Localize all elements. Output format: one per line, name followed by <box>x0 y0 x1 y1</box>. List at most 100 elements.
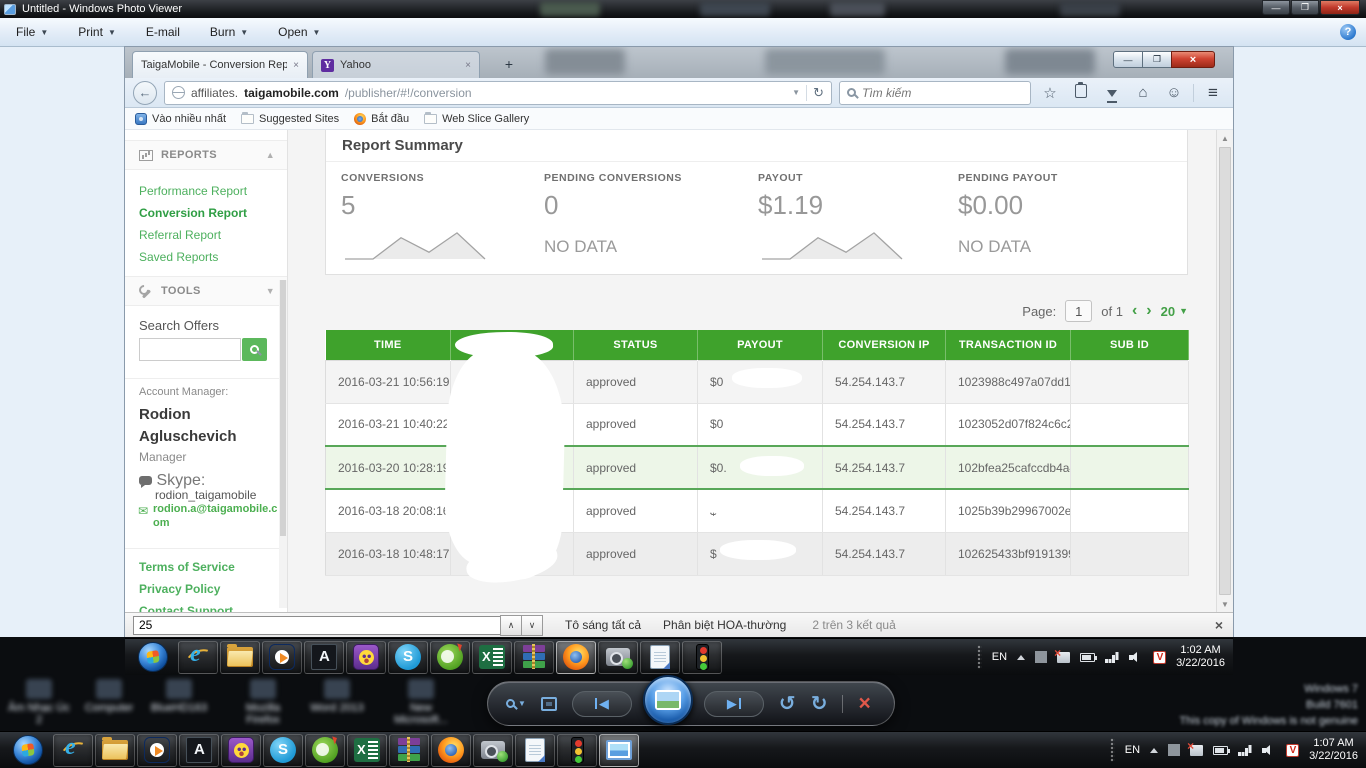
bookmark-most-visited[interactable]: Vào nhiều nhất <box>135 112 226 125</box>
bookmark-web-slice-gallery[interactable]: Web Slice Gallery <box>424 111 529 125</box>
highlight-all-button[interactable]: Tô sáng tất cả <box>565 618 641 632</box>
menu-hamburger-icon[interactable]: ≡ <box>1201 83 1225 103</box>
desktop-icon[interactable]: Word 2013 <box>304 679 370 714</box>
rotate-counterclockwise-button[interactable]: ↺ <box>779 694 796 714</box>
collapse-icon[interactable]: ▲ <box>266 150 275 160</box>
delete-button[interactable]: × <box>858 693 870 714</box>
wmp-button[interactable] <box>137 733 177 767</box>
notepad-button[interactable] <box>640 640 680 674</box>
sidebar-section-tools[interactable]: TOOLS ▼ <box>125 276 287 306</box>
camera-button[interactable] <box>473 733 513 767</box>
skype-button[interactable] <box>388 640 428 674</box>
terms-of-service-link[interactable]: Terms of Service <box>139 560 235 574</box>
find-input[interactable] <box>133 615 501 635</box>
scroll-up-icon[interactable]: ▲ <box>1217 130 1233 146</box>
tab-yahoo[interactable]: Y Yahoo × <box>312 51 480 78</box>
manager-email-link[interactable]: rodion.a@taigamobile.com <box>153 502 279 530</box>
help-icon[interactable]: ? <box>1340 24 1356 40</box>
ie-button[interactable] <box>53 733 93 767</box>
winrar-button[interactable] <box>514 640 554 674</box>
home-icon[interactable]: ⌂ <box>1131 84 1155 101</box>
bookmark-star-icon[interactable]: ☆ <box>1038 84 1062 102</box>
reload-icon[interactable]: ↻ <box>813 85 824 101</box>
sidebar-item-conversion-report[interactable]: Conversion Report <box>139 206 247 220</box>
traffic-button[interactable] <box>682 640 722 674</box>
excel-button[interactable] <box>472 640 512 674</box>
col-sub-id[interactable]: SUB ID <box>1070 330 1189 360</box>
start-button[interactable] <box>5 734 51 767</box>
menu-print[interactable]: Print ▼ <box>78 25 116 39</box>
desktop-icon[interactable]: BlueHD163 <box>146 679 212 714</box>
action-center-icon[interactable] <box>1168 744 1181 756</box>
search-bar[interactable] <box>839 80 1031 105</box>
tray-expand-icon[interactable] <box>1150 747 1159 753</box>
col-payout[interactable]: PAYOUT <box>697 330 823 360</box>
privacy-policy-link[interactable]: Privacy Policy <box>139 582 220 596</box>
explorer-button[interactable] <box>220 640 260 674</box>
action-center-icon[interactable] <box>1035 651 1048 663</box>
close-button[interactable]: × <box>1320 0 1360 15</box>
language-indicator[interactable]: EN <box>1125 744 1140 756</box>
photoviewer-button[interactable] <box>599 733 639 767</box>
restore-button[interactable]: ❐ <box>1291 0 1319 15</box>
sidebar-scrollbar[interactable] <box>279 280 287 608</box>
explorer-button[interactable] <box>95 733 135 767</box>
firefox-button[interactable] <box>431 733 471 767</box>
sidebar-item-saved-reports[interactable]: Saved Reports <box>139 250 218 264</box>
scrollbar-thumb[interactable] <box>1219 147 1231 595</box>
page-size-select[interactable]: 20 ▼ <box>1161 304 1188 319</box>
pocket-icon[interactable]: ☺ <box>1162 84 1186 101</box>
battery-icon[interactable] <box>1213 745 1231 755</box>
winrar-button[interactable] <box>389 733 429 767</box>
menu-email[interactable]: E-mail <box>146 25 180 39</box>
clock[interactable]: 1:02 AM 3/22/2016 <box>1176 644 1225 670</box>
firefox-minimize-button[interactable]: — <box>1113 51 1143 68</box>
traffic-button[interactable] <box>557 733 597 767</box>
start-button[interactable] <box>130 641 176 674</box>
tab-close-icon[interactable]: × <box>465 60 471 71</box>
sidebar-section-reports[interactable]: REPORTS ▲ <box>125 140 287 170</box>
back-button[interactable]: ← <box>133 80 157 105</box>
volume-icon[interactable] <box>1262 744 1276 756</box>
comodo-button[interactable] <box>305 733 345 767</box>
language-indicator[interactable]: EN <box>992 651 1007 663</box>
desktop-icon[interactable]: Computer <box>76 679 142 714</box>
menu-file[interactable]: File ▼ <box>16 25 48 39</box>
find-next-button[interactable]: ∨ <box>521 614 543 636</box>
desktop-icon[interactable]: Âm Nhạc Úc 2 <box>6 679 72 726</box>
battery-icon[interactable] <box>1080 652 1098 662</box>
desktop-icon[interactable]: Mozilla Firefox <box>230 679 296 726</box>
sidebar-item-referral-report[interactable]: Referral Report <box>139 228 221 242</box>
notepad-button[interactable] <box>515 733 555 767</box>
search-offers-input[interactable] <box>139 338 241 361</box>
v-app-tray-icon[interactable] <box>1153 650 1167 664</box>
autocad-button[interactable] <box>179 733 219 767</box>
next-page-icon[interactable]: › <box>1146 303 1151 319</box>
find-previous-button[interactable]: ∧ <box>500 614 522 636</box>
autocad-button[interactable] <box>304 640 344 674</box>
camera-button[interactable] <box>598 640 638 674</box>
volume-icon[interactable] <box>1129 651 1143 663</box>
firefox-restore-button[interactable]: ❐ <box>1142 51 1172 68</box>
col-time[interactable]: TIME <box>325 330 451 360</box>
skype-button[interactable] <box>263 733 303 767</box>
bookmark-getting-started[interactable]: Bắt đầu <box>354 112 409 125</box>
bookmarks-panel-icon[interactable] <box>1069 81 1093 102</box>
menu-open[interactable]: Open ▼ <box>278 25 320 39</box>
network-disconnected-icon[interactable] <box>1054 646 1071 663</box>
tab-taigamobile[interactable]: TaigaMobile - Conversion Rep... × <box>132 51 308 78</box>
search-offers-button[interactable] <box>242 338 267 361</box>
minimize-button[interactable]: — <box>1262 0 1290 15</box>
sidebar-item-performance-report[interactable]: Performance Report <box>139 184 247 198</box>
expand-icon[interactable]: ▼ <box>266 286 275 296</box>
col-transaction-id[interactable]: TRANSACTION ID <box>945 330 1071 360</box>
new-tab-button[interactable]: + <box>497 55 521 73</box>
wmp-button[interactable] <box>262 640 302 674</box>
tab-close-icon[interactable]: × <box>293 60 299 71</box>
prev-page-icon[interactable]: ‹ <box>1132 303 1137 319</box>
firefox-close-button[interactable]: × <box>1171 51 1215 68</box>
previous-photo-button[interactable]: ◀ <box>571 690 632 717</box>
menu-burn[interactable]: Burn ▼ <box>210 25 248 39</box>
firefox-button[interactable] <box>556 640 596 674</box>
find-close-icon[interactable]: × <box>1215 617 1223 633</box>
